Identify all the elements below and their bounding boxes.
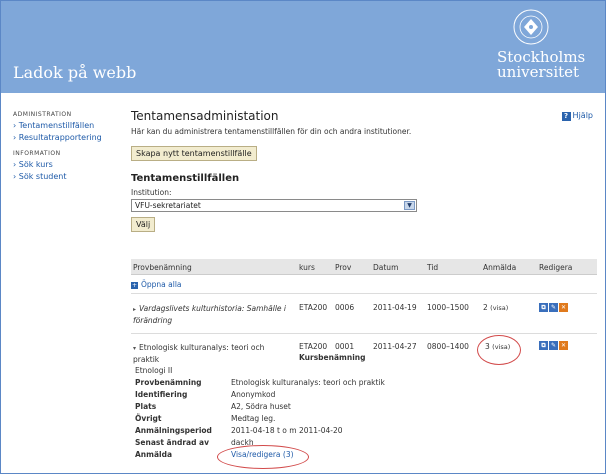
- sidebar: ADMINISTRATION Tentamenstillfällen Resul…: [13, 111, 123, 183]
- row-course: ETA200: [299, 342, 328, 351]
- row-time: 1000–1500: [427, 303, 469, 312]
- plus-icon: +: [131, 282, 138, 289]
- header-date: Datum: [373, 263, 399, 272]
- row-time: 0800–1400: [427, 342, 469, 351]
- header-exam: Prov: [335, 263, 352, 272]
- delete-icon[interactable]: ✕: [559, 341, 568, 350]
- window-frame: Ladok på webb Stockholms universitet ADM…: [0, 0, 606, 474]
- sidebar-item-tentamenstillfallen[interactable]: Tentamenstillfällen: [13, 120, 123, 132]
- section-title: Tentamenstillfällen: [131, 173, 240, 184]
- row-name-link[interactable]: ▸ Vardagslivets kulturhistoria: Samhälle …: [133, 303, 293, 326]
- copy-icon[interactable]: ⧉: [539, 341, 548, 350]
- sidebar-item-sok-kurs[interactable]: Sök kurs: [13, 159, 123, 171]
- table-row: ▸ Vardagslivets kulturhistoria: Samhälle …: [131, 293, 597, 333]
- collapse-arrow-icon: ▾: [133, 345, 137, 352]
- chevron-down-icon: ▼: [404, 201, 415, 210]
- page-title: Tentamensadministation: [131, 109, 279, 123]
- detail-row: Övrigt Medtag leg.: [135, 414, 276, 423]
- row-sub-label: Kursbenämning: [299, 353, 366, 362]
- header-time: Tid: [427, 263, 439, 272]
- page-intro: Här kan du administrera tentamenstillfäl…: [131, 127, 412, 136]
- open-all-link[interactable]: + Öppna alla: [131, 275, 597, 293]
- header-name: Provbenämning: [133, 263, 192, 272]
- table-row-expanded: ▾ Etnologisk kulturanalys: teori och prakt…: [131, 333, 597, 463]
- sidebar-heading-administration: ADMINISTRATION: [13, 111, 72, 118]
- edit-icon[interactable]: ✎: [549, 303, 558, 312]
- row-edit-icons: ⧉ ✎ ✕: [539, 340, 569, 350]
- annotation-ellipse: [217, 445, 309, 469]
- detail-row: Anmälningsperiod 2011-04-18 t o m 2011-04…: [135, 426, 343, 435]
- table-header: Provbenämning kurs Prov Datum Tid Anmäld…: [131, 259, 597, 275]
- exam-table: Provbenämning kurs Prov Datum Tid Anmäld…: [131, 259, 597, 463]
- delete-icon[interactable]: ✕: [559, 303, 568, 312]
- app-title: Ladok på webb: [13, 63, 137, 82]
- row-exam: 0006: [335, 303, 355, 312]
- header-course: kurs: [299, 263, 315, 272]
- detail-course-name: Etnologi II: [135, 366, 173, 375]
- sidebar-item-resultatrapportering[interactable]: Resultatrapportering: [13, 132, 123, 144]
- main-content: Tentamensadministation Här kan du admini…: [131, 109, 597, 232]
- row-course: ETA200: [299, 303, 328, 312]
- row-name-link[interactable]: ▾ Etnologisk kulturanalys: teori och prakt…: [133, 342, 293, 365]
- copy-icon[interactable]: ⧉: [539, 303, 548, 312]
- institution-select[interactable]: VFU-sekretariatet ▼: [131, 199, 417, 212]
- detail-row: Provbenämning Etnologisk kulturanalys: te…: [135, 378, 385, 387]
- expand-arrow-icon: ▸: [133, 306, 137, 313]
- choose-button[interactable]: Välj: [131, 217, 156, 232]
- row-exam: 0001: [335, 342, 355, 351]
- row-date: 2011-04-19: [373, 303, 417, 312]
- row-date: 2011-04-27: [373, 342, 417, 351]
- annotation-ellipse: [477, 335, 521, 365]
- institution-label: Institution:: [131, 188, 172, 197]
- university-name: Stockholms universitet: [497, 48, 586, 81]
- row-registered-link[interactable]: 2 (visa): [483, 303, 508, 312]
- detail-row: Identifiering Anonymkod: [135, 390, 276, 399]
- row-edit-icons: ⧉ ✎ ✕: [539, 302, 569, 312]
- create-exam-button[interactable]: Skapa nytt tentamenstillfälle: [131, 146, 257, 161]
- edit-icon[interactable]: ✎: [549, 341, 558, 350]
- sidebar-item-sok-student[interactable]: Sök student: [13, 171, 123, 183]
- sidebar-heading-information: INFORMATION: [13, 150, 61, 157]
- header-registered: Anmälda: [483, 263, 517, 272]
- detail-row: Plats A2, Södra huset: [135, 402, 291, 411]
- header-edit: Redigera: [539, 263, 573, 272]
- app-header: Ladok på webb Stockholms universitet: [1, 1, 605, 93]
